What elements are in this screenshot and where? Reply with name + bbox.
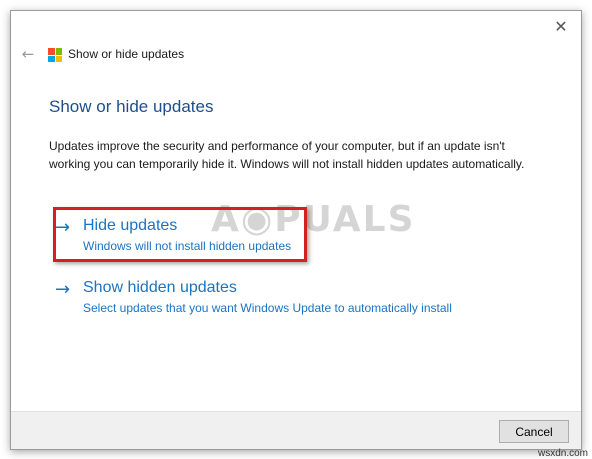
show-hidden-updates-title[interactable]: Show hidden updates: [83, 279, 237, 297]
background-right: [582, 0, 592, 459]
page-heading: Show or hide updates: [49, 97, 214, 116]
close-button[interactable]: ✕: [551, 16, 571, 36]
dialog-window: ✕ ← Show or hide updates Show or hide up…: [10, 10, 582, 450]
window-title: Show or hide updates: [68, 47, 185, 61]
page-description: Updates improve the security and perform…: [49, 139, 525, 171]
back-arrow-icon: ←: [21, 45, 35, 63]
highlight-box: [53, 207, 307, 262]
back-button[interactable]: ←: [17, 43, 39, 65]
arrow-right-icon: →: [55, 279, 71, 300]
cancel-button[interactable]: Cancel: [499, 420, 569, 443]
close-icon: ✕: [554, 16, 568, 36]
title-bar: ← Show or hide updates: [11, 39, 581, 69]
site-watermark: wsxdn.com: [537, 448, 588, 459]
show-hidden-updates-subtitle: Select updates that you want Windows Upd…: [83, 301, 452, 315]
dialog-footer: Cancel: [11, 411, 581, 449]
windows-update-icon: [48, 48, 62, 62]
